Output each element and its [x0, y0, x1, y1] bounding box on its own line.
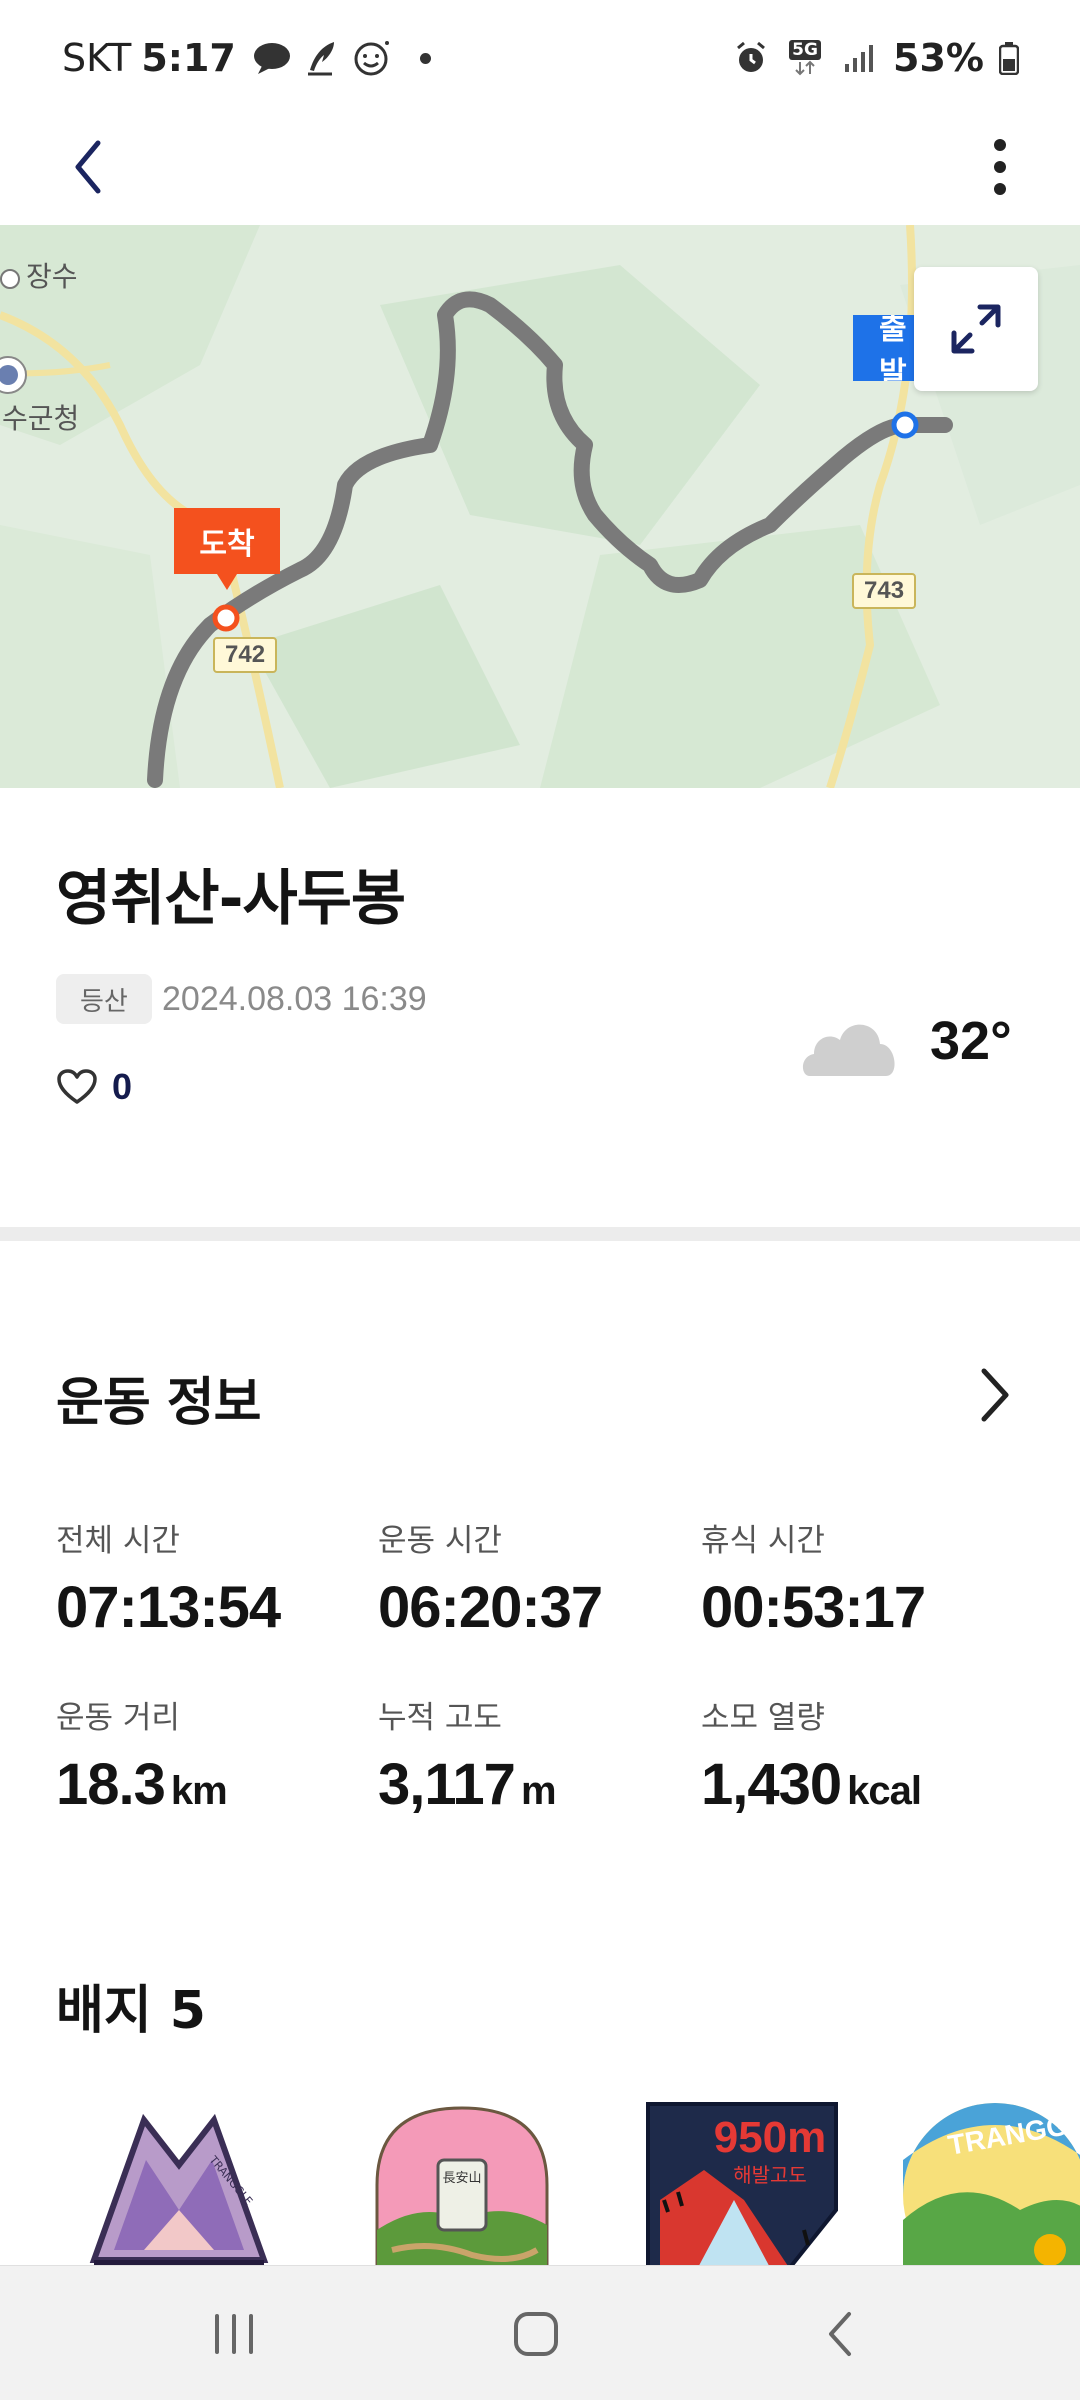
svg-text:해발고도: 해발고도	[733, 2163, 807, 2187]
stat-moving-time: 운동 시간 06:20:37	[378, 1515, 698, 1641]
map-expand-button[interactable]	[914, 267, 1038, 391]
stat-value: 1,430 kcal	[701, 1752, 922, 1817]
chat-bubble-icon	[252, 38, 292, 78]
tranggle-balloon-badge[interactable]: TRANGG	[900, 2100, 1080, 2265]
altitude-950-badge[interactable]: 950m 해발고도	[644, 2100, 840, 2265]
tranggle-mountain-badge[interactable]: TRANGGLE	[84, 2100, 274, 2265]
stat-rest-time: 휴식 시간 00:53:17	[701, 1515, 1021, 1641]
like-count: 0	[112, 1066, 133, 1107]
home-icon	[514, 2312, 558, 2356]
place-label-county-office: 수군청	[2, 403, 80, 434]
svg-text:950m: 950m	[714, 2113, 827, 2162]
network-label: 5G	[789, 40, 821, 60]
stat-unit: m	[520, 1769, 557, 1813]
exercise-info-detail-button[interactable]	[970, 1360, 1020, 1430]
network-5g-icon: 5G	[785, 38, 825, 78]
signal-icon	[839, 38, 879, 78]
road-label-742: 742	[213, 637, 278, 673]
like-button[interactable]: 0	[56, 1062, 132, 1112]
stat-value: 07:13:54	[56, 1575, 281, 1640]
temperature: 32°	[930, 1011, 1012, 1071]
battery-percent: 53%	[893, 36, 984, 80]
clock: 5:17	[141, 36, 236, 80]
badges-row[interactable]: TRANGGLE 長安山 950m 해발고도 TRANGG	[0, 2100, 1080, 2265]
stat-unit: km	[170, 1769, 228, 1813]
arrive-marker[interactable]: 도착	[174, 508, 280, 590]
stat-label: 운동 거리	[56, 1700, 180, 1736]
stat-label: 휴식 시간	[701, 1523, 825, 1559]
quill-icon	[302, 38, 342, 78]
back-icon	[829, 2312, 851, 2356]
notification-dot	[419, 52, 431, 64]
section-divider	[0, 1227, 1080, 1241]
stat-elevation-gain: 누적 고도 3,117 m	[378, 1692, 698, 1818]
home-button[interactable]	[496, 2296, 576, 2372]
more-options-button[interactable]	[970, 132, 1030, 202]
stat-total-time: 전체 시간 07:13:54	[56, 1515, 376, 1641]
smile-icon	[352, 38, 392, 78]
stat-label: 누적 고도	[378, 1700, 502, 1736]
activity-title: 영취산-사두봉	[56, 864, 406, 934]
recent-apps-button[interactable]	[194, 2296, 274, 2372]
activity-tag: 등산	[56, 974, 152, 1024]
stat-value: 3,117 m	[378, 1752, 557, 1817]
exercise-info-title: 운동 정보	[56, 1373, 261, 1433]
more-vertical-icon	[994, 139, 1006, 195]
stat-distance: 운동 거리 18.3 km	[56, 1692, 376, 1818]
expand-icon	[951, 304, 1001, 354]
stat-calories: 소모 열량 1,430 kcal	[701, 1692, 1021, 1818]
stat-value: 06:20:37	[378, 1575, 603, 1640]
stat-value: 00:53:17	[701, 1575, 926, 1640]
recent-apps-icon	[215, 2314, 253, 2354]
stat-value: 18.3 km	[56, 1752, 228, 1817]
system-back-button[interactable]	[800, 2296, 880, 2372]
activity-datetime: 2024.08.03 16:39	[162, 980, 427, 1018]
status-bar: SKT 5:17 5G 53%	[0, 0, 1080, 110]
stat-label: 운동 시간	[378, 1523, 502, 1559]
stat-unit: kcal	[847, 1769, 922, 1813]
app-bar	[0, 110, 1080, 225]
system-navigation-bar	[0, 2265, 1080, 2400]
cloud-icon	[802, 1024, 895, 1076]
battery-icon	[998, 38, 1020, 78]
chevron-right-icon	[981, 1368, 1009, 1422]
heart-icon	[57, 1069, 97, 1104]
carrier-label: SKT	[62, 36, 132, 80]
place-label-jangsu: 장수	[0, 255, 78, 295]
chevron-left-icon	[75, 140, 101, 194]
alarm-icon	[731, 38, 771, 78]
stat-label: 전체 시간	[56, 1523, 180, 1559]
svg-text:長安山: 長安山	[442, 2171, 481, 2186]
back-button[interactable]	[58, 132, 118, 202]
stat-label: 소모 열량	[701, 1700, 825, 1736]
road-label-743: 743	[852, 573, 917, 609]
badges-title: 배지 5	[56, 1981, 206, 2041]
jangan-mountain-badge[interactable]: 長安山	[372, 2100, 552, 2265]
